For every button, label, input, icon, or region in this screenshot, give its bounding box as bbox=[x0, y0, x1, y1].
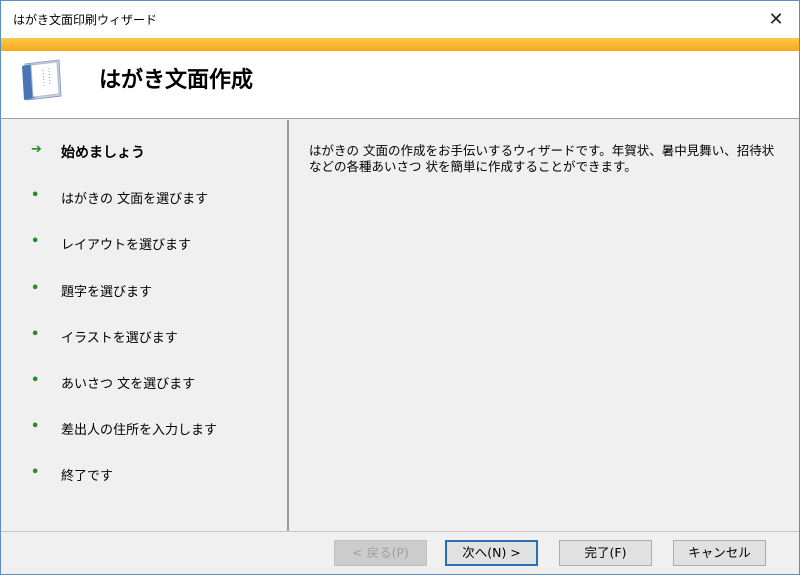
step-item: • 終了です bbox=[31, 465, 113, 484]
window-title: はがき文面印刷ウィザード bbox=[13, 13, 158, 27]
postcard-icon bbox=[22, 59, 62, 101]
step-item: • はがきの 文面を選びます bbox=[31, 188, 208, 207]
page-title: はがき文面作成 bbox=[99, 68, 254, 93]
step-label: 始めましょう bbox=[61, 145, 145, 161]
step-item: • レイアウトを選びます bbox=[31, 234, 191, 253]
step-label: 題字を選びます bbox=[61, 285, 153, 300]
step-label: はがきの 文面を選びます bbox=[61, 192, 209, 207]
step-item: • 題字を選びます bbox=[31, 281, 152, 300]
step-item: ➔ 始めましょう bbox=[31, 142, 145, 162]
bullet-icon: • bbox=[31, 281, 40, 296]
step-item: • イラストを選びます bbox=[31, 327, 178, 346]
step-label: レイアウトを選びます bbox=[61, 238, 192, 253]
step-label: 差出人の住所を入力します bbox=[61, 423, 218, 438]
back-button[interactable]: < 戻る(P) bbox=[334, 540, 427, 566]
wizard-header: はがき文面作成 bbox=[1, 51, 799, 119]
bullet-icon: • bbox=[31, 465, 40, 480]
bullet-icon: • bbox=[31, 419, 40, 434]
finish-button[interactable]: 完了(F) bbox=[559, 540, 652, 566]
step-label: イラストを選びます bbox=[61, 331, 178, 346]
title-bar: はがき文面印刷ウィザード ✕ bbox=[1, 1, 799, 38]
steps-pane: ➔ 始めましょう • はがきの 文面を選びます • レイアウトを選びます • 題字を選び… bbox=[1, 120, 289, 531]
cancel-button[interactable]: キャンセル bbox=[673, 540, 766, 566]
accent-band bbox=[1, 38, 799, 51]
step-item: • 差出人の住所を入力します bbox=[31, 419, 217, 438]
step-label: 終了です bbox=[61, 469, 114, 484]
description-text: はがきの 文面の作成をお手伝いするウィザードです。年賀状、暑中見舞い、招待状など… bbox=[309, 143, 775, 174]
close-icon[interactable]: ✕ bbox=[753, 1, 799, 38]
step-item: • あいさつ 文を選びます bbox=[31, 373, 195, 392]
bullet-icon: • bbox=[31, 327, 40, 342]
next-button[interactable]: 次へ(N) > bbox=[445, 540, 538, 566]
arrow-icon: ➔ bbox=[31, 142, 42, 157]
bullet-icon: • bbox=[31, 234, 40, 249]
button-bar: < 戻る(P) 次へ(N) > 完了(F) キャンセル bbox=[1, 531, 799, 575]
bullet-icon: • bbox=[31, 373, 40, 388]
step-label: あいさつ 文を選びます bbox=[61, 377, 196, 392]
wizard-window: はがき文面印刷ウィザード ✕ はがき文面作成 ➔ 始めましょう • はがきの 文面を… bbox=[0, 0, 800, 575]
bullet-icon: • bbox=[31, 188, 40, 203]
